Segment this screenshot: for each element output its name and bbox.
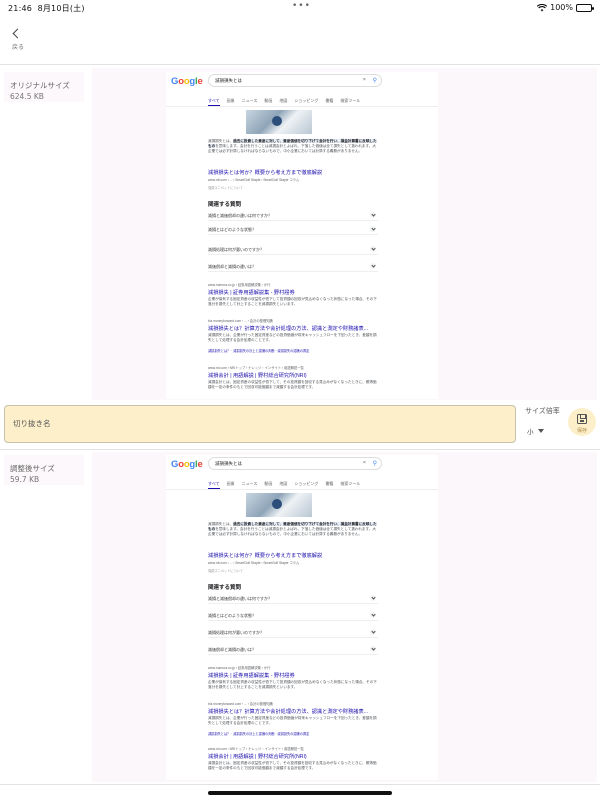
back-label[interactable]: 戻る	[12, 42, 24, 51]
featured-note: 強調スニペットについて	[208, 569, 243, 573]
google-logo: Google	[171, 459, 203, 470]
paa-item: 減価償却と減損の違いは？	[208, 644, 378, 655]
paa-item: 減損とはどのような状態？	[208, 224, 378, 235]
wifi-icon	[537, 3, 548, 11]
scale-label: サイズ倍率	[525, 407, 560, 415]
chevron-down-icon	[370, 212, 376, 218]
chevron-down-icon	[370, 646, 376, 652]
result-title: 減損損失とは？計算方法や会計処理の方法、認識と測定や財務諸表...	[208, 709, 368, 715]
chevron-down-icon	[370, 629, 376, 635]
battery-percent: 100%	[550, 3, 573, 12]
home-indicator[interactable]	[208, 791, 392, 795]
result-source: www.nomura.co.jp › 証券用語解説集 › か行	[208, 666, 271, 670]
adjusted-preview-image: Google 減損損失とは × ⚲ すべて 画像 ニュース 動画 地図 ショッピング 書籍 検索ツ…	[166, 455, 438, 780]
chevron-down-icon	[370, 263, 376, 269]
paa-item: 減損と減価償却の違いは何ですか？	[208, 593, 378, 604]
result-snippet: 減損損失とは、企業が行った固定資産などの投資価値が将来キャッシュフローを下回った…	[208, 716, 377, 725]
paa-item: 減損とはどのような状態？	[208, 610, 378, 621]
featured-snippet: 減損損失とは、過去に投資した資産に対して、資産価値を切り下げて会計を行い、損益計…	[208, 522, 377, 536]
chevron-down-icon	[370, 595, 376, 601]
save-icon	[577, 414, 587, 424]
multitasking-dots[interactable]: •••	[292, 1, 311, 11]
result-title: 減損損失 | 証券用語解説集 - 野村證券	[208, 290, 295, 296]
result-source: www.nomura.co.jp › 証券用語解説集 › か行	[208, 283, 271, 287]
original-size-label: オリジナルサイズ	[10, 81, 70, 90]
featured-thumbnail	[246, 110, 312, 134]
result-snippet: 減損会計とは、固定資産の収益性が低下して、その投資額を回収する見込みがなくなった…	[208, 761, 377, 770]
clear-icon: ×	[362, 460, 366, 466]
search-icon: ⚲	[372, 78, 377, 84]
original-preview-image: Google 減損損失とは × ⚲ すべて 画像 ニュース 動画 地図 ショッピング 書籍 検索ツ…	[166, 72, 438, 399]
result-source: www.ntt.com › ... › SmartGolf Staple › S…	[208, 561, 300, 565]
adjusted-size-label: 調整後サイズ	[10, 464, 55, 473]
result-title: 減損会計 | 用語解説 | 野村総合研究所(NRI)	[208, 754, 307, 760]
scale-value: 小	[527, 428, 534, 436]
result-source: www.ntt.com › ... › SmartGolf Staple › S…	[208, 178, 300, 182]
scale-select[interactable]: 小	[527, 423, 555, 439]
result-title: 減損損失とは何か？概要から考え方まで徹底解説	[208, 553, 323, 559]
google-search-bar: 減損損失とは × ⚲	[208, 74, 382, 87]
result-sublinks: 減損損失とは？ · 減損損失の計上と認識の判断 · 減損損失の認識の測定	[208, 349, 310, 353]
save-label: 保存	[576, 428, 587, 434]
paa-item: 減損処理は何が悪いのですか？	[208, 244, 378, 255]
divider	[0, 449, 600, 450]
google-search-bar: 減損損失とは × ⚲	[208, 457, 382, 470]
clip-name-input[interactable]: 切り抜き名	[4, 405, 516, 443]
adjusted-size-value: 59.7 KB	[10, 475, 40, 484]
google-logo: Google	[171, 76, 203, 87]
result-title: 減損損失 | 証券用語解説集 - 野村證券	[208, 673, 295, 679]
status-bar: 21:46 8月10日(土) ••• 100%	[0, 0, 600, 16]
status-right: 100%	[537, 3, 594, 12]
result-source: www.nri.com › NRIトップ › ナレッジ・インサイト › 用語解説…	[208, 366, 304, 370]
paa-item: 減価償却と減損の違いは？	[208, 261, 378, 272]
battery-icon	[576, 3, 594, 12]
paa-heading: 関連する質問	[208, 585, 242, 591]
google-tabs: すべて 画像 ニュース 動画 地図 ショッピング 書籍 検索ツール	[208, 98, 360, 106]
chevron-left-icon	[12, 28, 23, 39]
clear-icon: ×	[362, 77, 366, 83]
paa-item: 減損処理は何が悪いのですか？	[208, 627, 378, 638]
dropdown-arrow-icon	[537, 429, 544, 433]
divider	[0, 784, 600, 785]
result-title: 減損損失とは何か？概要から考え方まで徹底解説	[208, 170, 323, 176]
result-title: 減損会計 | 用語解説 | 野村総合研究所(NRI)	[208, 373, 307, 379]
paa-heading: 関連する質問	[208, 202, 242, 208]
result-snippet: 減損会計とは、固定資産の収益性が低下して、その投資額を回収する見込みがなくなった…	[208, 380, 377, 389]
featured-thumbnail	[246, 493, 312, 517]
result-source: www.nri.com › NRIトップ › ナレッジ・インサイト › 用語解説…	[208, 747, 304, 751]
featured-note: 強調スニペットについて	[208, 186, 243, 190]
result-sublinks: 減損損失とは？ · 減損損失の計上と認識の判断 · 減損損失の認識の測定	[208, 732, 310, 736]
result-source: biz.moneyforward.com › ... › 会計の基礎知識	[208, 319, 273, 323]
result-snippet: 企業が保有する固定資産の収益性が低下して投資額の回収が見込めなくなった状態になっ…	[208, 297, 377, 306]
save-button[interactable]: 保存	[568, 408, 596, 436]
divider	[0, 64, 600, 65]
result-source: biz.moneyforward.com › ... › 会計の基礎知識	[208, 702, 273, 706]
google-tabs: すべて 画像 ニュース 動画 地図 ショッピング 書籍 検索ツール	[208, 481, 360, 489]
result-snippet: 減損損失とは、企業が行った固定資産などの投資価値が将来キャッシュフローを下回った…	[208, 333, 377, 342]
result-title: 減損損失とは？計算方法や会計処理の方法、認識と測定や財務諸表...	[208, 326, 368, 332]
status-time: 21:46 8月10日(土)	[8, 4, 85, 13]
chevron-down-icon	[370, 226, 376, 232]
paa-item: 減損と減価償却の違いは何ですか？	[208, 210, 378, 221]
chevron-down-icon	[370, 612, 376, 618]
search-icon: ⚲	[372, 461, 377, 467]
result-snippet: 企業が保有する固定資産の収益性が低下して投資額の回収が見込めなくなった状態になっ…	[208, 680, 377, 689]
featured-snippet: 減損損失とは、過去に投資した資産に対して、資産価値を切り下げて会計を行い、損益計…	[208, 139, 377, 153]
original-size-value: 624.5 KB	[10, 92, 44, 101]
chevron-down-icon	[370, 246, 376, 252]
